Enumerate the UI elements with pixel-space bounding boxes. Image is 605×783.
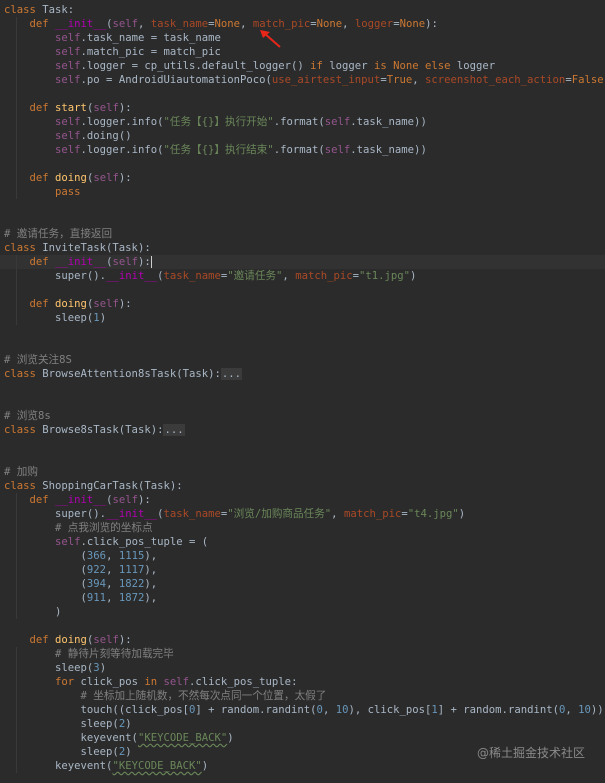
code-line[interactable]: super().__init__(task_name="邀请任务", match… [4,269,605,283]
code-line[interactable] [4,339,605,353]
code-line[interactable] [4,213,605,227]
code-line[interactable] [4,395,605,409]
code-line[interactable]: class InviteTask(Task): [4,241,605,255]
code-line[interactable] [4,451,605,465]
code-line[interactable]: def start(self): [4,101,605,115]
indent-guide [16,255,18,325]
code-line[interactable]: # 浏览8s [4,409,605,423]
code-line[interactable]: self.task_name = task_name [4,31,605,45]
code-line[interactable]: keyevent("KEYCODE_BACK") [4,731,605,745]
red-arrow-icon [260,30,281,48]
code-line[interactable]: keyevent("KEYCODE_BACK") [4,759,605,773]
code-line[interactable]: def __init__(self): [4,493,605,507]
code-line[interactable]: class Browse8sTask(Task):... [4,423,605,437]
code-line[interactable]: def doing(self): [4,297,605,311]
code-line[interactable] [4,283,605,297]
watermark: @稀土掘金技术社区 [476,746,585,760]
code-line[interactable]: sleep(2) [4,717,605,731]
code-line[interactable]: def doing(self): [4,633,605,647]
code-line[interactable]: self.logger.info("任务【{}】执行结束".format(sel… [4,143,605,157]
code-line[interactable]: self.click_pos_tuple = ( [4,535,605,549]
indent-guide [16,17,18,199]
code-line[interactable]: # 邀请任务，直接返回 [4,227,605,241]
code-line[interactable] [4,199,605,213]
code-line[interactable]: self.logger = cp_utils.default_logger() … [4,59,605,73]
text-caret [150,256,152,268]
code-line[interactable]: def doing(self): [4,171,605,185]
code-line[interactable]: for click_pos in self.click_pos_tuple: [4,675,605,689]
code-line[interactable] [4,437,605,451]
code-line[interactable]: class Task: [4,3,605,17]
code-line[interactable]: # 静待片刻等待加载完毕 [4,647,605,661]
code-line[interactable] [4,87,605,101]
code-line[interactable]: touch((click_pos[0] + random.randint(0, … [4,703,605,717]
code-line[interactable]: ) [4,605,605,619]
code-line[interactable]: (911, 1872), [4,591,605,605]
code-line[interactable]: # 坐标加上随机数，不然每次点同一个位置，太假了 [4,689,605,703]
code-line[interactable] [4,325,605,339]
code-line[interactable]: # 加购 [4,465,605,479]
code-line[interactable] [4,619,605,633]
indent-guide [16,647,18,773]
code-line[interactable]: # 点我浏览的坐标点 [4,521,605,535]
code-line[interactable]: super().__init__(task_name="浏览/加购商品任务", … [4,507,605,521]
code-editor[interactable]: class Task: def __init__(self, task_name… [0,0,605,783]
code-line[interactable] [4,381,605,395]
code-line[interactable]: self.po = AndroidUiautomationPoco(use_ai… [4,73,605,87]
indent-guide [16,493,18,619]
code-line[interactable]: (394, 1822), [4,577,605,591]
code-line[interactable]: self.doing() [4,129,605,143]
code-line[interactable]: def __init__(self): [0,255,605,269]
code-line[interactable] [4,157,605,171]
code-line[interactable]: pass [4,185,605,199]
code-line[interactable]: class BrowseAttention8sTask(Task):... [4,367,605,381]
code-line[interactable]: (366, 1115), [4,549,605,563]
code-line[interactable]: sleep(1) [4,311,605,325]
code-line[interactable]: (922, 1117), [4,563,605,577]
code-line[interactable]: self.logger.info("任务【{}】执行开始".format(sel… [4,115,605,129]
code-line[interactable]: # 浏览关注8S [4,353,605,367]
code-line[interactable]: def __init__(self, task_name=None, match… [4,17,605,31]
code-line[interactable]: sleep(3) [4,661,605,675]
code-line[interactable]: self.match_pic = match_pic [4,45,605,59]
code-line[interactable]: class ShoppingCarTask(Task): [4,479,605,493]
